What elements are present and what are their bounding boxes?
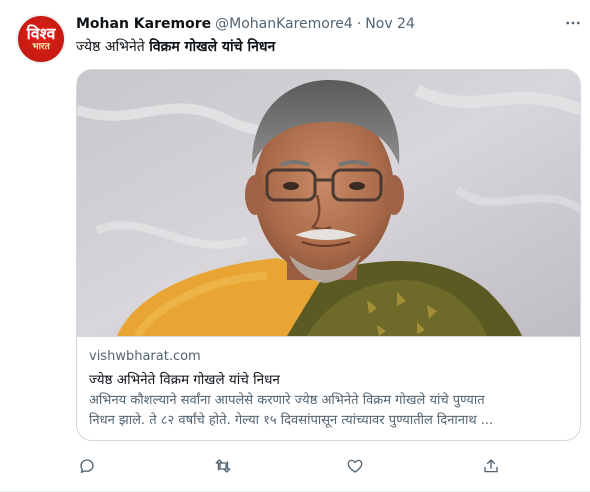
tweet-text-bold: विक्रम गोखले यांचे निधन (149, 39, 276, 55)
tweet-actions (76, 455, 506, 477)
like-icon (347, 459, 363, 473)
author-name[interactable]: Mohan Karemore (76, 16, 211, 32)
share-icon (484, 459, 498, 473)
retweet-button[interactable] (212, 455, 234, 477)
card-title: ज्येष्ठ अभिनेते विक्रम गोखले यांचे निधन (89, 372, 280, 388)
card-description-line: अभिनय कौशल्याने सर्वांना आपलेसे करणारे ज… (89, 393, 485, 408)
avatar[interactable]: विश्व भारत (16, 14, 66, 64)
avatar-logo-line2: भारत (32, 42, 50, 52)
tweet-header: Mohan Karemore @MohanKaremore4 · Nov 24 (76, 14, 415, 34)
card-image[interactable] (77, 70, 580, 336)
tweet-text: ज्येष्ठ अभिनेते विक्रम गोखले यांचे निधन (76, 37, 275, 56)
card-domain: vishwbharat.com (89, 349, 201, 364)
card-meta[interactable]: vishwbharat.com ज्येष्ठ अभिनेते विक्रम ग… (77, 336, 580, 440)
card-description: अभिनय कौशल्याने सर्वांना आपलेसे करणारे ज… (89, 391, 567, 431)
tweet-date[interactable]: Nov 24 (365, 16, 415, 32)
more-options-button[interactable] (562, 12, 584, 34)
tweet[interactable]: विश्व भारत Mohan Karemore @MohanKaremore… (0, 0, 590, 492)
share-button[interactable] (480, 455, 502, 477)
avatar-logo-line1: विश्व (26, 24, 56, 43)
retweet-icon (215, 459, 231, 473)
tweet-text-plain: ज्येष्ठ अभिनेते (76, 39, 150, 55)
more-icon (566, 21, 580, 25)
like-button[interactable] (344, 455, 366, 477)
reply-button[interactable] (76, 455, 98, 477)
link-card[interactable]: vishwbharat.com ज्येष्ठ अभिनेते विक्रम ग… (76, 69, 581, 441)
reply-icon (80, 459, 94, 474)
card-photo (77, 70, 580, 336)
separator: · (356, 16, 362, 32)
card-description-line: निधन झाले. ते ८२ वर्षांचे होते. गेल्या १… (89, 413, 494, 428)
author-handle[interactable]: @MohanKaremore4 (215, 16, 353, 32)
